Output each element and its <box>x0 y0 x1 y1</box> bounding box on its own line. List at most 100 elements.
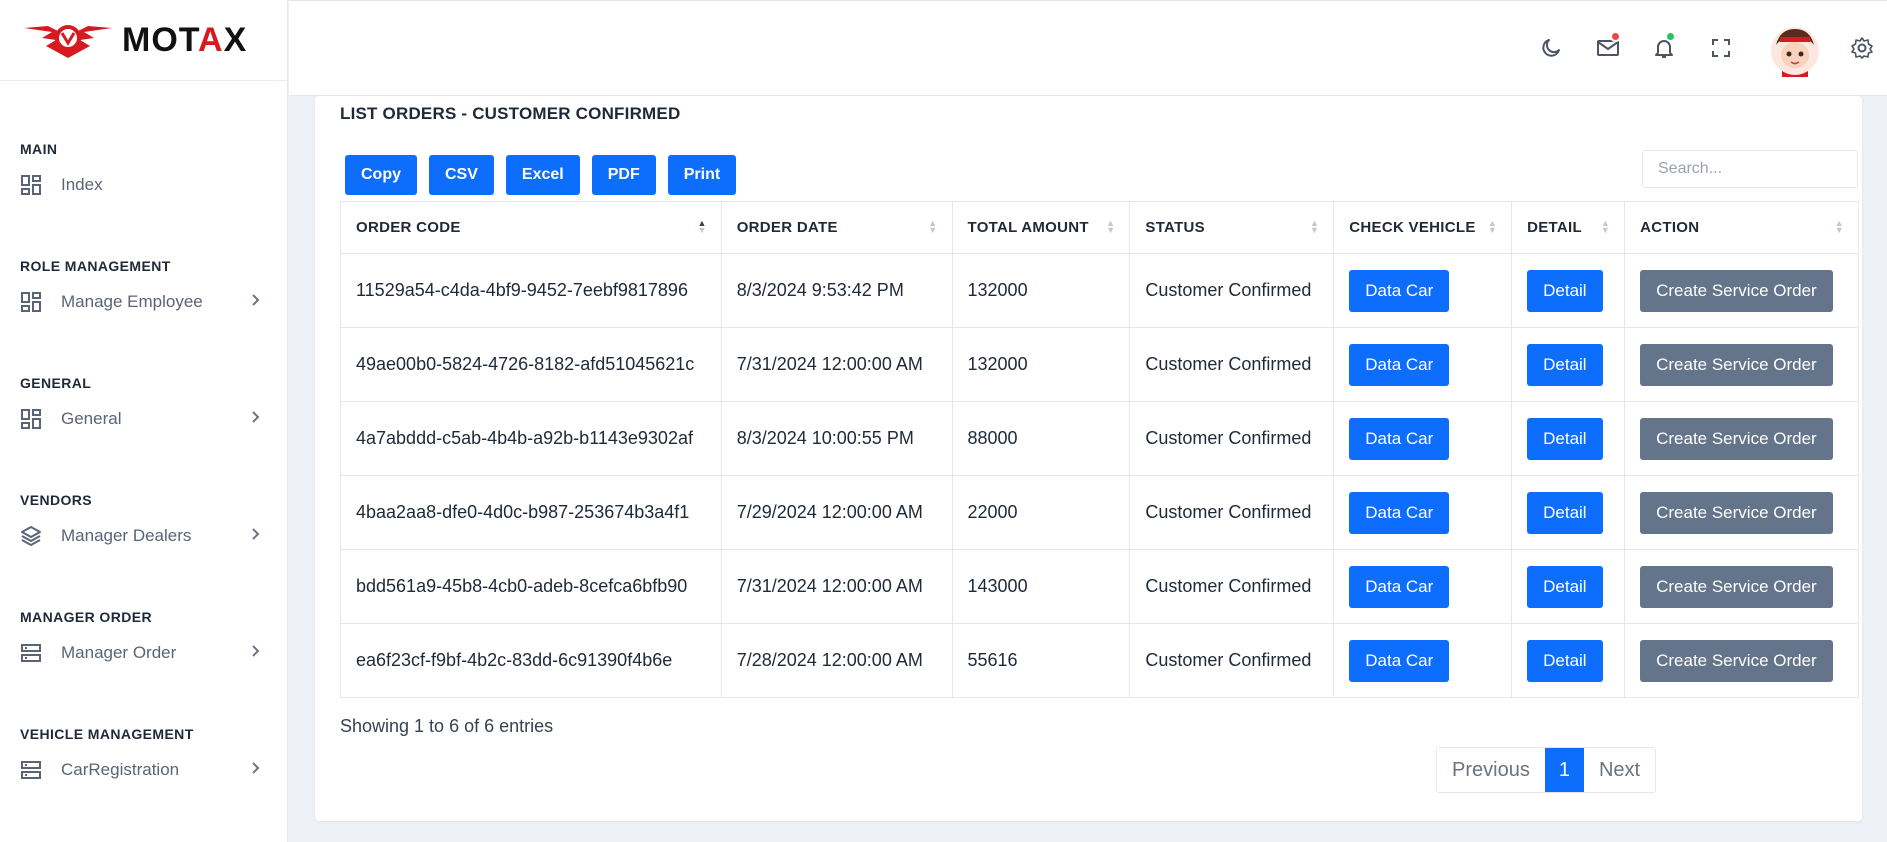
order-date-cell: 8/3/2024 9:53:42 PM <box>720 253 953 328</box>
chevron-right-icon <box>251 761 261 780</box>
sort-icon: ▲ ▼ <box>697 218 707 235</box>
action-cell: Create Service Order <box>1624 253 1859 328</box>
chevron-right-icon <box>251 527 261 546</box>
create-service-order-button[interactable]: Create Service Order <box>1640 491 1833 534</box>
sidebar-item-label: Manage Employee <box>61 292 203 311</box>
detail-cell: Detail <box>1511 327 1626 402</box>
brand-name: MOTAX <box>122 20 248 59</box>
sort-icon: ▲ ▼ <box>1834 218 1844 235</box>
data-car-button[interactable]: Data Car <box>1349 417 1450 460</box>
orders-table: ORDER CODE ▲ ▼ ORDER DATE ▲ ▼ TOTAL AMOUNT ▲ ▼… <box>340 201 1859 698</box>
mail-icon[interactable] <box>1595 31 1621 61</box>
total-amount-cell: 132000 <box>951 253 1131 328</box>
action-cell: Create Service Order <box>1624 327 1859 402</box>
total-amount-cell: 143000 <box>951 549 1131 624</box>
status-cell: Customer Confirmed <box>1129 475 1335 550</box>
table-info: Showing 1 to 6 of 6 entries <box>340 716 554 736</box>
gear-icon[interactable] <box>1849 35 1875 61</box>
column-header-order-code[interactable]: ORDER CODE ▲ ▼ <box>340 201 722 254</box>
create-service-order-button[interactable]: Create Service Order <box>1640 269 1833 312</box>
column-header-check-vehicle[interactable]: CHECK VEHICLE ▲ ▼ <box>1333 201 1513 254</box>
sidebar-item-general[interactable]: General <box>0 395 287 443</box>
detail-button[interactable]: Detail <box>1527 343 1603 386</box>
sidebar-item-index[interactable]: Index <box>0 161 287 209</box>
export-buttons: Copy CSV Excel PDF Print <box>345 155 737 195</box>
search-input[interactable] <box>1642 150 1858 188</box>
sidebar-item-label: General <box>61 409 122 428</box>
brand-emblem-icon <box>24 25 112 58</box>
order-date-cell: 7/28/2024 12:00:00 AM <box>720 623 953 698</box>
bell-icon[interactable] <box>1651 31 1677 61</box>
column-header-action[interactable]: ACTION ▲ ▼ <box>1624 201 1859 254</box>
dashboard-icon <box>20 174 42 196</box>
detail-button[interactable]: Detail <box>1527 491 1603 534</box>
column-header-status[interactable]: STATUS ▲ ▼ <box>1129 201 1335 254</box>
previous-page-button[interactable]: Previous <box>1437 748 1545 792</box>
fullscreen-icon[interactable] <box>1708 35 1734 61</box>
sidebar-item-manager-order[interactable]: Manager Order <box>0 629 287 677</box>
csv-button[interactable]: CSV <box>429 155 494 195</box>
check-vehicle-cell: Data Car <box>1333 623 1513 698</box>
detail-button[interactable]: Detail <box>1527 639 1603 682</box>
nav-section-vehicle-management: VEHICLE MANAGEMENT CarRegistration <box>0 726 287 794</box>
order-code-cell: bdd561a9-45b8-4cb0-adeb-8cefca6bfb90 <box>340 549 722 624</box>
nav-section-title: MANAGER ORDER <box>20 609 152 625</box>
bell-badge <box>1665 31 1676 42</box>
table-row: 49ae00b0-5824-4726-8182-afd51045621c 7/3… <box>340 327 1859 402</box>
status-cell: Customer Confirmed <box>1129 549 1335 624</box>
column-header-total-amount[interactable]: TOTAL AMOUNT ▲ ▼ <box>951 201 1131 254</box>
status-cell: Customer Confirmed <box>1129 623 1335 698</box>
copy-button[interactable]: Copy <box>345 155 417 195</box>
data-car-button[interactable]: Data Car <box>1349 639 1450 682</box>
chevron-right-icon <box>251 293 261 312</box>
detail-button[interactable]: Detail <box>1527 417 1603 460</box>
nav-section-title: GENERAL <box>20 375 92 391</box>
detail-cell: Detail <box>1511 401 1626 476</box>
nav-section-general: GENERAL General <box>0 375 287 443</box>
chevron-right-icon <box>251 644 261 663</box>
total-amount-cell: 55616 <box>951 623 1131 698</box>
print-button[interactable]: Print <box>667 155 737 195</box>
sidebar-item-manager-dealers[interactable]: Manager Dealers <box>0 512 287 560</box>
sidebar: MOTAX MAIN Index ROLE MANAGEMENT Manage … <box>0 0 288 842</box>
sort-icon: ▲ ▼ <box>1106 218 1116 235</box>
data-car-button[interactable]: Data Car <box>1349 269 1450 312</box>
table-header-row: ORDER CODE ▲ ▼ ORDER DATE ▲ ▼ TOTAL AMOUNT ▲ ▼… <box>340 201 1859 254</box>
check-vehicle-cell: Data Car <box>1333 549 1513 624</box>
pdf-button[interactable]: PDF <box>591 155 656 195</box>
logo[interactable]: MOTAX <box>0 0 287 81</box>
order-code-cell: 11529a54-c4da-4bf9-9452-7eebf9817896 <box>340 253 722 328</box>
sidebar-item-label: Manager Order <box>61 643 177 662</box>
column-header-detail[interactable]: DETAIL ▲ ▼ <box>1511 201 1626 254</box>
sidebar-item-label: Index <box>61 175 103 194</box>
detail-cell: Detail <box>1511 475 1626 550</box>
table-row: 11529a54-c4da-4bf9-9452-7eebf9817896 8/3… <box>340 253 1859 328</box>
data-car-button[interactable]: Data Car <box>1349 491 1450 534</box>
next-page-button[interactable]: Next <box>1583 748 1656 792</box>
order-code-cell: 49ae00b0-5824-4726-8182-afd51045621c <box>340 327 722 402</box>
detail-button[interactable]: Detail <box>1527 565 1603 608</box>
avatar[interactable] <box>1770 23 1820 79</box>
detail-button[interactable]: Detail <box>1527 269 1603 312</box>
check-vehicle-cell: Data Car <box>1333 327 1513 402</box>
action-cell: Create Service Order <box>1624 623 1859 698</box>
excel-button[interactable]: Excel <box>505 155 580 195</box>
page-1-button[interactable]: 1 <box>1544 748 1584 792</box>
create-service-order-button[interactable]: Create Service Order <box>1640 565 1833 608</box>
nav-section-title: MAIN <box>20 141 58 157</box>
nav-section-main: MAIN Index <box>0 141 287 209</box>
data-car-button[interactable]: Data Car <box>1349 565 1450 608</box>
action-cell: Create Service Order <box>1624 475 1859 550</box>
sidebar-item-car-registration[interactable]: CarRegistration <box>0 746 287 794</box>
create-service-order-button[interactable]: Create Service Order <box>1640 343 1833 386</box>
data-car-button[interactable]: Data Car <box>1349 343 1450 386</box>
create-service-order-button[interactable]: Create Service Order <box>1640 639 1833 682</box>
server-icon <box>20 642 42 664</box>
column-header-order-date[interactable]: ORDER DATE ▲ ▼ <box>720 201 953 254</box>
order-date-cell: 7/29/2024 12:00:00 AM <box>720 475 953 550</box>
sort-icon: ▲ ▼ <box>1310 218 1320 235</box>
sort-icon: ▲ ▼ <box>1600 218 1611 235</box>
moon-icon[interactable] <box>1538 35 1564 61</box>
create-service-order-button[interactable]: Create Service Order <box>1640 417 1833 460</box>
sidebar-item-manage-employee[interactable]: Manage Employee <box>0 278 287 326</box>
